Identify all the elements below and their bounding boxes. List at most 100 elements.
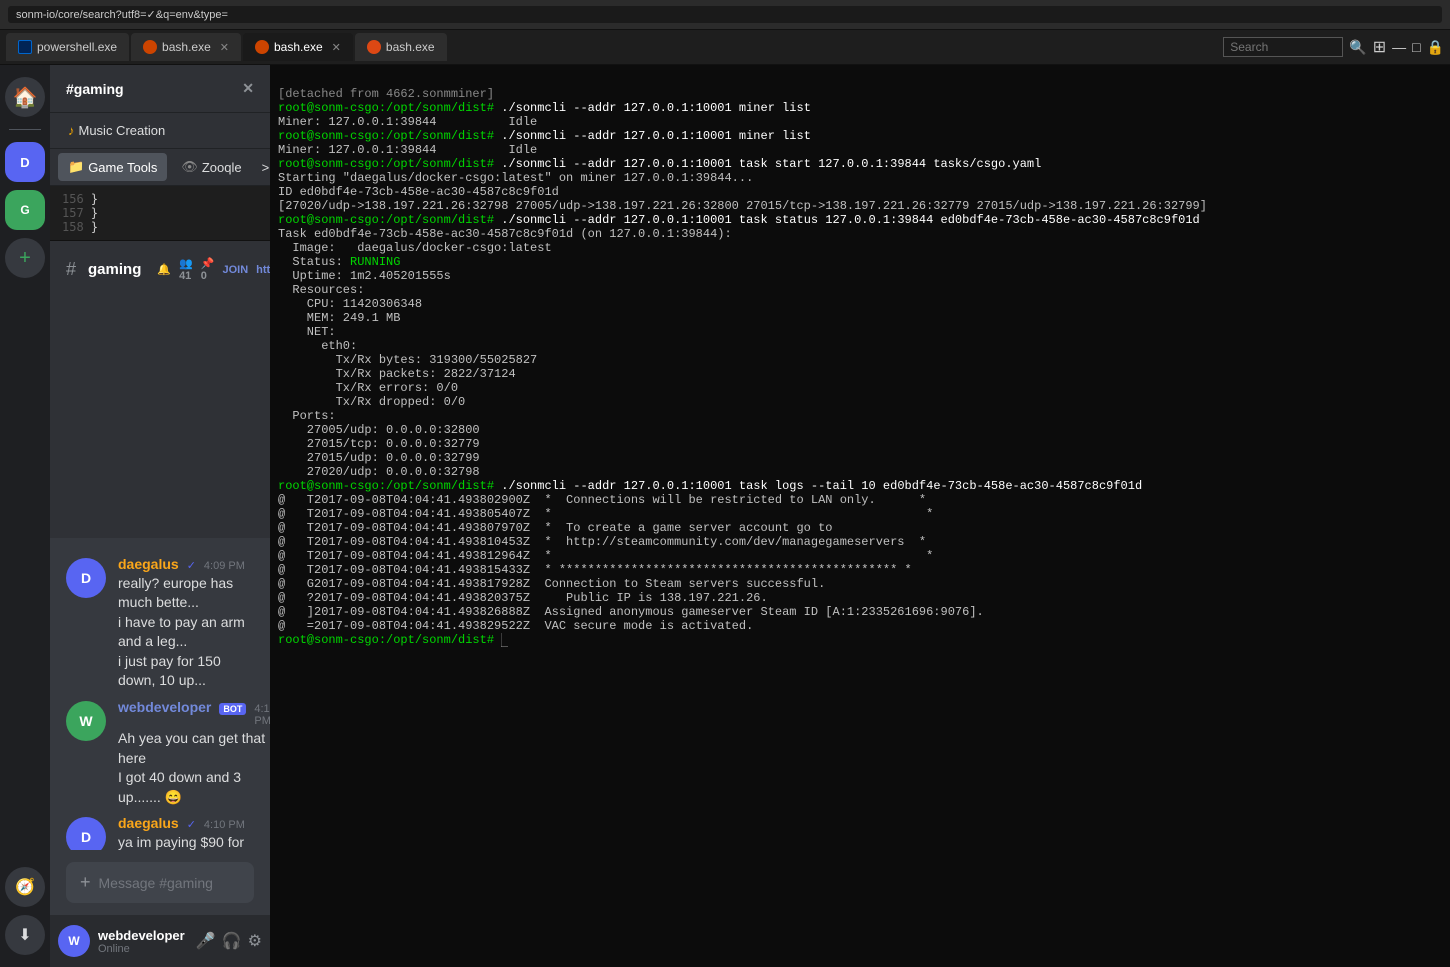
tab-bash-1-close[interactable]: ✕ xyxy=(220,41,229,54)
server-download[interactable]: ⬇ xyxy=(5,915,45,955)
search-icon[interactable]: 🔍 xyxy=(1349,39,1366,56)
tab-bash-3[interactable]: bash.exe xyxy=(355,33,447,61)
avatar-daegalus-1[interactable]: D xyxy=(66,558,106,598)
timestamp-1: 4:09 PM xyxy=(204,560,245,572)
server-discord[interactable]: D xyxy=(5,142,45,182)
tab-bash-2-label: bash.exe xyxy=(274,40,323,54)
message-group-2: W webdeveloper BOT 4:10 PM Ah yea you ca… xyxy=(50,697,270,809)
server-home[interactable]: 🏠 xyxy=(5,77,45,117)
server-add[interactable]: + xyxy=(5,238,45,278)
bash-active-icon xyxy=(255,40,269,54)
server-chevron: ✕ xyxy=(242,80,254,97)
server-gaming[interactable]: G xyxy=(5,190,45,230)
channel-hash: # xyxy=(66,259,76,280)
tab-bash-2[interactable]: bash.exe ✕ xyxy=(243,33,353,61)
username-daegalus-3[interactable]: daegalus xyxy=(118,815,179,831)
avatar-webdeveloper-2[interactable]: W xyxy=(66,701,106,741)
deafen-icon[interactable]: 🎧 xyxy=(222,931,242,951)
message-group-3: D daegalus ✓ 4:10 PM ya im paying $90 fo… xyxy=(50,813,270,850)
tab-game-tools[interactable]: 📁 Game Tools xyxy=(58,153,167,181)
message-input[interactable] xyxy=(99,875,280,891)
attach-button[interactable]: + xyxy=(80,872,91,893)
maximize-icon[interactable]: □ xyxy=(1412,39,1420,55)
message-input-area: + GIF 😊 xyxy=(50,850,270,915)
verified-badge-3: ✓ xyxy=(187,818,196,831)
tab-bash-2-close[interactable]: ✕ xyxy=(332,41,341,54)
tab-powershell[interactable]: powershell.exe xyxy=(6,33,129,61)
user-info: webdeveloper Online xyxy=(98,928,185,955)
join-link[interactable]: JOIN xyxy=(222,264,248,276)
message-text-1a: really? europe has much bette... xyxy=(118,574,254,613)
bash-orange-icon xyxy=(143,40,157,54)
bot-badge-2: BOT xyxy=(219,703,246,715)
eye-icon: 👁 xyxy=(181,159,198,175)
timestamp-3: 4:10 PM xyxy=(204,819,245,831)
message-text-1c: i just pay for 150 down, 10 up... xyxy=(118,652,254,691)
message-text-3a: ya im paying $90 for mine xyxy=(118,833,254,850)
tab-bash-3-label: bash.exe xyxy=(386,40,435,54)
message-content-1: daegalus ✓ 4:09 PM really? europe has mu… xyxy=(118,556,254,692)
tab-bar: powershell.exe bash.exe ✕ bash.exe ✕ bas… xyxy=(0,30,1450,65)
game-tools-label: Game Tools xyxy=(88,160,157,175)
tab-bash-1-label: bash.exe xyxy=(162,40,211,54)
pin-icon: 📌 0 xyxy=(201,257,215,282)
message-header-2: webdeveloper BOT 4:10 PM xyxy=(118,699,270,727)
channel-name: gaming xyxy=(88,261,141,278)
music-icon: ♪ xyxy=(68,123,75,138)
message-header-1: daegalus ✓ 4:09 PM xyxy=(118,556,254,572)
discord-nav: ♪ Music Creation xyxy=(50,113,270,149)
powershell-icon xyxy=(18,40,32,54)
avatar-daegalus-3[interactable]: D xyxy=(66,817,106,850)
browser-bar: sonm-io/core/search?utf8=✓&q=env&type= xyxy=(0,0,1450,30)
message-input-box: + GIF 😊 xyxy=(66,862,254,903)
browser-url: sonm-io/core/search?utf8=✓&q=env&type= xyxy=(8,6,1442,23)
join-url: http://steamcomm... xyxy=(256,264,270,276)
terminal-area[interactable]: [detached from 4662.sonmminer] root@sonm… xyxy=(270,65,1450,967)
user-icon-controls: 🎤 🎧 ⚙ xyxy=(196,931,262,951)
messages-area: D daegalus ✓ 4:09 PM really? europe has … xyxy=(50,538,270,851)
channel-meta: 🔔 👥 41 📌 0 JOIN http://steamcomm... xyxy=(157,257,270,282)
mute-icon[interactable]: 🎤 xyxy=(196,931,216,951)
timestamp-2: 4:10 PM xyxy=(254,703,270,727)
message-content-2: webdeveloper BOT 4:10 PM Ah yea you can … xyxy=(118,699,270,807)
tab-bash-1[interactable]: bash.exe ✕ xyxy=(131,33,241,61)
tab-powershell-label: powershell.exe xyxy=(37,40,117,54)
member-count: 👥 41 xyxy=(179,257,193,282)
code-snippet: 156 } 157 } 158 } xyxy=(50,186,270,241)
more-label: > xyxy=(262,160,270,175)
lock-icon[interactable]: 🔒 xyxy=(1427,39,1444,56)
server-divider xyxy=(9,129,41,130)
settings-icon[interactable]: ⚙ xyxy=(248,931,262,951)
discord-nav-2: 📁 Game Tools 👁 Zooqle > xyxy=(50,149,270,186)
new-tab-icon[interactable]: ⊞ xyxy=(1373,37,1386,57)
ubuntu-icon xyxy=(367,40,381,54)
zooqle-label: Zooqle xyxy=(202,160,242,175)
search-input[interactable] xyxy=(1223,37,1343,57)
message-content-3: daegalus ✓ 4:10 PM ya im paying $90 for … xyxy=(118,815,254,850)
message-text-2b: I got 40 down and 3 up....... 😄 xyxy=(118,768,270,807)
user-display-name: webdeveloper xyxy=(98,928,185,943)
message-text-2a: Ah yea you can get that here xyxy=(118,729,270,768)
main-content: 🏠 D G + 🧭 ⬇ #gaming ✕ ♪ Music Creation 📁… xyxy=(0,65,1450,967)
tab-zooqle[interactable]: 👁 Zooqle xyxy=(171,153,251,181)
minimize-icon[interactable]: — xyxy=(1392,39,1406,55)
server-discover[interactable]: 🧭 xyxy=(5,867,45,907)
channel-list-area: #gaming ✕ ♪ Music Creation 📁 Game Tools … xyxy=(50,65,270,967)
username-daegalus-1[interactable]: daegalus xyxy=(118,556,179,572)
tab-more[interactable]: > xyxy=(252,154,270,181)
verified-badge-1: ✓ xyxy=(187,559,196,572)
bell-icon: 🔔 xyxy=(157,263,171,276)
user-avatar: W xyxy=(58,925,90,957)
message-group-1: D daegalus ✓ 4:09 PM really? europe has … xyxy=(50,554,270,694)
username-webdev-2[interactable]: webdeveloper xyxy=(118,699,211,715)
message-text-1b: i have to pay an arm and a leg... xyxy=(118,613,254,652)
folder-icon: 📁 xyxy=(68,159,84,175)
server-name-header[interactable]: #gaming ✕ xyxy=(50,65,270,113)
user-controls: W webdeveloper Online 🎤 🎧 ⚙ xyxy=(50,915,270,967)
music-creation-label: Music Creation xyxy=(79,123,166,138)
user-status: Online xyxy=(98,943,185,955)
server-name: #gaming xyxy=(66,81,124,97)
channel-list: # gaming 🔔 👥 41 📌 0 JOIN http://steamcom… xyxy=(50,241,270,538)
channel-section-header: # gaming 🔔 👥 41 📌 0 JOIN http://steamcom… xyxy=(50,249,270,290)
tab-music-creation[interactable]: ♪ Music Creation xyxy=(58,117,175,144)
